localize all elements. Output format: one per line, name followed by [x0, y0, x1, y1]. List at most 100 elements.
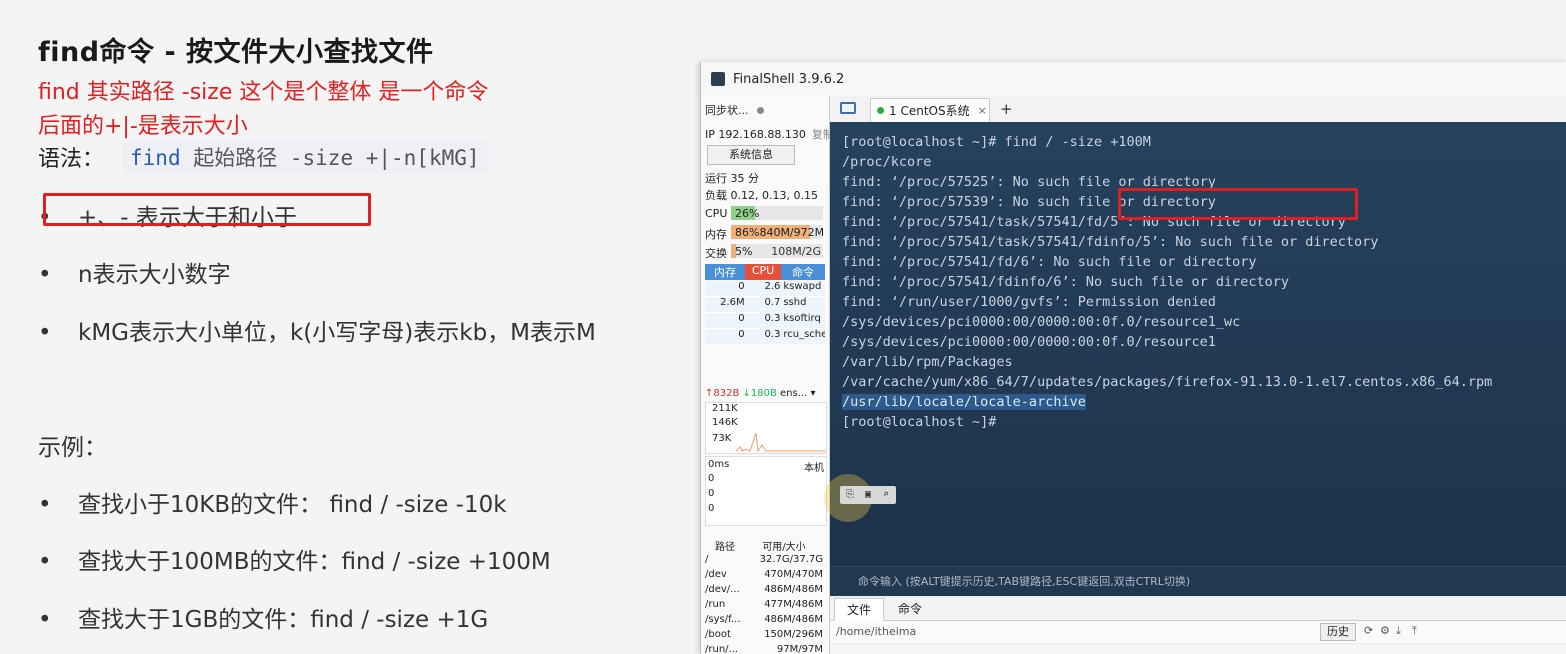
example-text: 查找大于1GB的文件：find / -size +1G	[78, 607, 489, 633]
proc-mem: 0	[738, 313, 745, 324]
annotation-line-1: find 其实路径 -size 这个是个整体 是一个命令	[38, 80, 489, 105]
memory-value: 86%840M/972M	[735, 226, 825, 239]
command-highlight-box	[1118, 188, 1358, 220]
process-row[interactable]: 0 2.6 kswapd	[705, 281, 825, 297]
net-tick: 73K	[712, 433, 732, 444]
proc-cpu: 0.7	[764, 297, 781, 308]
terminal-line: find: ‘/proc/57541/fd/6’: No such file o…	[842, 254, 1257, 270]
paste-icon[interactable]: ▣	[860, 488, 876, 502]
disk-path: /run	[705, 599, 726, 610]
disk-size: 486M/486M	[764, 584, 823, 595]
proc-mem: 0	[738, 281, 745, 292]
disk-path: /dev/...	[705, 584, 740, 595]
tab-commands[interactable]: 命令	[886, 598, 934, 620]
process-table-header: 内存 CPU 命令	[705, 264, 825, 280]
ping-tick: 0	[708, 473, 715, 484]
disk-row: /dev 470M/470M	[705, 569, 825, 585]
upload-icon[interactable]: ⤒	[1412, 624, 1417, 638]
example-text: 查找大于100MB的文件：find / -size +100M	[78, 549, 551, 575]
bullet-dot: •	[38, 262, 52, 288]
example-item: • 查找大于100MB的文件：find / -size +100M	[38, 542, 551, 576]
terminal-prompt: [root@localhost ~]#	[842, 414, 997, 430]
ping-graph: 0ms 本机 0 0 0	[705, 456, 827, 526]
swap-label: 交换	[705, 247, 727, 260]
disk-size: 32.7G/37.7G	[759, 554, 823, 565]
disk-size: 150M/296M	[764, 629, 823, 640]
current-path[interactable]: /home/itheima	[836, 625, 916, 638]
disk-row: / 32.7G/37.7G	[705, 554, 825, 570]
syntax-row: 语法： find 起始路径 -size +|-n[kMG]	[38, 140, 488, 174]
close-icon[interactable]: ×	[978, 104, 987, 117]
net-interface-select[interactable]: ens... ▾	[780, 388, 815, 399]
swap-size: 108M/2G	[771, 245, 821, 258]
net-tick: 211K	[712, 403, 738, 414]
terminal-line: /sys/devices/pci0000:00/0000:00:0f.0/res…	[842, 314, 1241, 330]
disk-row: /run/... 97M/97M	[705, 644, 825, 654]
disk-size: 97M/97M	[776, 644, 823, 654]
disk-path: /sys/f...	[705, 614, 741, 625]
process-row[interactable]: 0 0.3 rcu_sche	[705, 329, 825, 345]
bullet-text: n表示大小数字	[78, 262, 231, 288]
terminal-line: /var/lib/rpm/Packages	[842, 354, 1013, 370]
session-tab-bar: 1 CentOS系统 × +	[830, 96, 1566, 123]
tab-files[interactable]: 文件	[834, 598, 885, 621]
title-bar: FinalShell 3.9.6.2	[701, 62, 1566, 97]
terminal-line-selected: /usr/lib/locale/locale-archive	[842, 394, 1086, 410]
connected-dot-icon	[877, 107, 884, 114]
process-row[interactable]: 2.6M 0.7 sshd	[705, 297, 825, 313]
history-button[interactable]: 历史	[1320, 623, 1356, 641]
terminal[interactable]: [root@localhost ~]# find / -size +100M /…	[824, 122, 1566, 596]
terminal-line: find: ‘/proc/57541/fdinfo/6’: No such fi…	[842, 274, 1290, 290]
tab-centos[interactable]: 1 CentOS系统 ×	[870, 98, 990, 122]
refresh-icon[interactable]: ⟳	[1364, 624, 1373, 637]
search-icon[interactable]: ⌕	[878, 488, 894, 502]
proc-col-cpu[interactable]: CPU	[745, 264, 781, 280]
slide: find命令 - 按文件大小查找文件 find 其实路径 -size 这个是个整…	[0, 0, 700, 654]
selection-toolbar: ⎘ ▣ ⌕	[840, 486, 896, 504]
settings-icon[interactable]: ⚙	[1380, 624, 1390, 637]
disk-size: 486M/486M	[764, 614, 823, 625]
file-panel-tabs: 文件 命令	[830, 598, 1566, 621]
terminal-line: find: ‘/proc/57541/task/57541/fdinfo/5’:…	[842, 234, 1379, 250]
file-list-header	[830, 644, 1566, 654]
proc-mem: 0	[738, 329, 745, 340]
memory-label: 内存	[705, 228, 727, 241]
download-icon[interactable]: ⤓	[1396, 624, 1401, 638]
add-tab-icon[interactable]: +	[1000, 100, 1013, 118]
folder-icon[interactable]	[840, 102, 856, 114]
disk-col-path: 路径	[715, 542, 735, 553]
disk-row: /run 477M/486M	[705, 599, 825, 615]
sync-status[interactable]: 同步状...	[705, 102, 764, 118]
monitor-sidebar: 同步状... IP 192.168.88.130 复制 系统信息 运行 35 分 …	[701, 96, 834, 654]
ip-row: IP 192.168.88.130 复制	[705, 126, 834, 142]
example-item: • 查找大于1GB的文件：find / -size +1G	[38, 600, 488, 634]
bullet-item: • n表示大小数字	[38, 255, 231, 289]
net-tick: 146K	[712, 417, 738, 428]
highlight-box	[43, 193, 371, 226]
finalshell-window: FinalShell 3.9.6.2 同步状... IP 192.168.88.…	[700, 62, 1566, 654]
sysinfo-button[interactable]: 系统信息	[707, 145, 795, 165]
process-row[interactable]: 0 0.3 ksoftirq	[705, 313, 825, 329]
command-input-bar[interactable]: 命令输入 (按ALT键提示历史,TAB键路径,ESC键返回,双击CTRL切换)	[830, 566, 1566, 596]
swap-meter: 交换 5% 108M/2G	[705, 244, 823, 260]
syntax-code: find 起始路径 -size +|-n[kMG]	[122, 140, 488, 174]
load-average: 负载 0.12, 0.13, 0.15	[705, 189, 818, 202]
proc-name: rcu_sche	[783, 329, 825, 340]
terminal-line: find: ‘/run/user/1000/gvfs’: Permission …	[842, 294, 1216, 310]
tab-label: 1 CentOS系统	[889, 104, 970, 118]
proc-col-memory[interactable]: 内存	[705, 264, 745, 280]
bullet-dot: •	[38, 549, 52, 575]
syntax-args: 起始路径 -size +|-n[kMG]	[180, 146, 480, 170]
bullet-text: kMG表示大小单位，k(小写字母)表示kb，M表示M	[78, 320, 596, 346]
bullet-dot: •	[38, 320, 52, 346]
status-dot-icon	[756, 107, 764, 114]
proc-col-command[interactable]: 命令	[781, 264, 825, 280]
net-upload: ↑832B	[705, 388, 740, 399]
file-path-bar: /home/itheima 历史 ⟳ ⚙ ⤓ ⤒	[830, 621, 1566, 643]
uptime: 运行 35 分	[705, 172, 759, 185]
slide-title: find命令 - 按文件大小查找文件	[38, 37, 434, 68]
cpu-label: CPU	[705, 207, 728, 220]
copy-icon[interactable]: ⎘	[842, 488, 858, 502]
terminal-line: /var/cache/yum/x86_64/7/updates/packages…	[842, 374, 1493, 390]
example-label: 示例：	[38, 435, 107, 461]
